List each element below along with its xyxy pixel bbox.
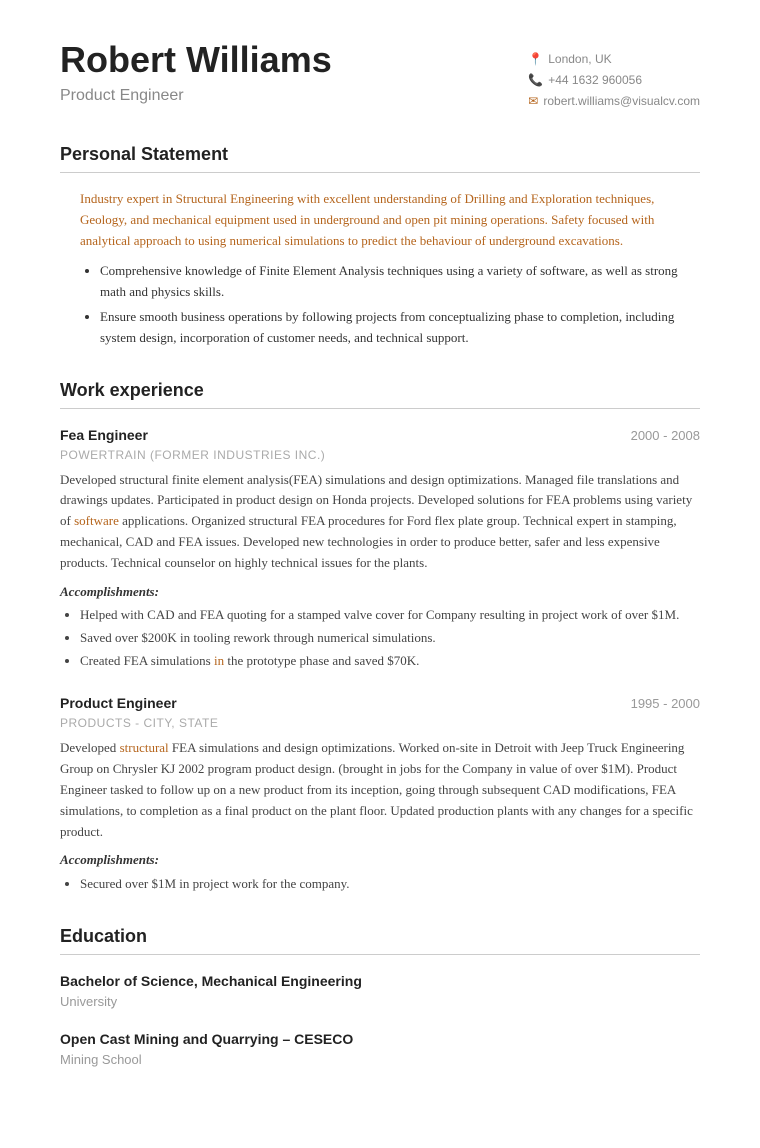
work-experience-heading: Work experience bbox=[60, 377, 700, 409]
personal-statement-intro: Industry expert in Structural Engineerin… bbox=[70, 189, 690, 251]
personal-statement-section: Industry expert in Structural Engineerin… bbox=[60, 189, 700, 349]
personal-statement-bullet-1: Comprehensive knowledge of Finite Elemen… bbox=[100, 261, 690, 303]
edu-degree-2: Open Cast Mining and Quarrying – CESECO bbox=[60, 1029, 700, 1050]
header-left: Robert Williams Product Engineer bbox=[60, 40, 332, 108]
candidate-title: Product Engineer bbox=[60, 84, 332, 108]
header: Robert Williams Product Engineer 📍 Londo… bbox=[60, 40, 700, 113]
job-dates-2: 1995 - 2000 bbox=[631, 694, 700, 714]
job-desc-1: Developed structural finite element anal… bbox=[60, 470, 700, 574]
email-row: ✉ robert.williams@visualcv.com bbox=[528, 92, 700, 110]
personal-statement-bullet-2: Ensure smooth business operations by fol… bbox=[100, 307, 690, 349]
job-desc-2: Developed structural FEA simulations and… bbox=[60, 738, 700, 842]
company-name-1: POWERTRAIN (FORMER INDUSTRIES INC.) bbox=[60, 446, 700, 464]
location-row: 📍 London, UK bbox=[528, 50, 700, 68]
edu-degree-1: Bachelor of Science, Mechanical Engineer… bbox=[60, 971, 700, 992]
phone-row: 📞 +44 1632 960056 bbox=[528, 71, 700, 89]
accomplishments-label-2: Accomplishments: bbox=[60, 850, 700, 870]
accomplishment-1-3: Created FEA simulations in the prototype… bbox=[80, 651, 700, 672]
candidate-name: Robert Williams bbox=[60, 40, 332, 80]
personal-statement-heading: Personal Statement bbox=[60, 141, 700, 173]
job-title-2: Product Engineer bbox=[60, 693, 177, 714]
edu-school-2: Mining School bbox=[60, 1050, 700, 1070]
location-icon: 📍 bbox=[528, 50, 543, 68]
job-header-2: Product Engineer 1995 - 2000 bbox=[60, 693, 700, 714]
job-entry-2: Product Engineer 1995 - 2000 PRODUCTS - … bbox=[60, 693, 700, 894]
accomplishments-list-2: Secured over $1M in project work for the… bbox=[80, 874, 700, 895]
edu-school-1: University bbox=[60, 992, 700, 1012]
edu-entry-2: Open Cast Mining and Quarrying – CESECO … bbox=[60, 1029, 700, 1070]
company-name-2: PRODUCTS - CITY, STATE bbox=[60, 714, 700, 732]
accomplishments-label-1: Accomplishments: bbox=[60, 582, 700, 602]
job-title-1: Fea Engineer bbox=[60, 425, 148, 446]
email-icon: ✉ bbox=[528, 92, 538, 110]
accomplishment-1-2: Saved over $200K in tooling rework throu… bbox=[80, 628, 700, 649]
location-text: London, UK bbox=[548, 50, 611, 68]
email-text: robert.williams@visualcv.com bbox=[543, 92, 700, 110]
personal-statement-list: Comprehensive knowledge of Finite Elemen… bbox=[100, 261, 690, 348]
accomplishment-2-1: Secured over $1M in project work for the… bbox=[80, 874, 700, 895]
edu-entry-1: Bachelor of Science, Mechanical Engineer… bbox=[60, 971, 700, 1012]
accomplishments-list-1: Helped with CAD and FEA quoting for a st… bbox=[80, 605, 700, 671]
job-entry-1: Fea Engineer 2000 - 2008 POWERTRAIN (FOR… bbox=[60, 425, 700, 672]
phone-text: +44 1632 960056 bbox=[548, 71, 642, 89]
header-contact: 📍 London, UK 📞 +44 1632 960056 ✉ robert.… bbox=[528, 50, 700, 113]
education-heading: Education bbox=[60, 923, 700, 955]
accomplishment-1-1: Helped with CAD and FEA quoting for a st… bbox=[80, 605, 700, 626]
resume-page: Robert Williams Product Engineer 📍 Londo… bbox=[0, 0, 760, 1148]
job-dates-1: 2000 - 2008 bbox=[631, 426, 700, 446]
job-header-1: Fea Engineer 2000 - 2008 bbox=[60, 425, 700, 446]
phone-icon: 📞 bbox=[528, 71, 543, 89]
